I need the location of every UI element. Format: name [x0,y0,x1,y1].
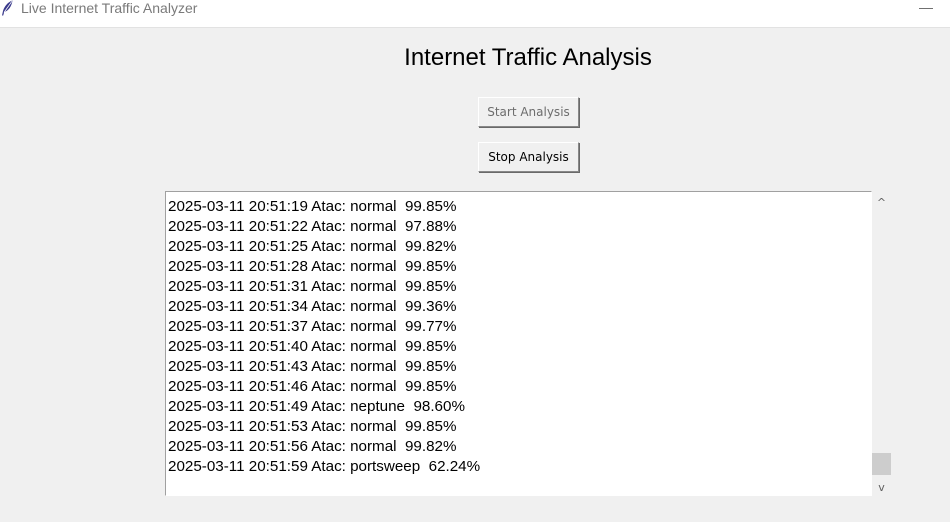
log-lines: 2025-03-11 20:51:19 Atac: normal 99.85% … [168,197,480,477]
log-line: 2025-03-11 20:51:37 Atac: normal 99.77% [168,318,457,335]
log-line: 2025-03-11 20:51:59 Atac: portsweep 62.2… [168,458,481,475]
log-line: 2025-03-11 20:51:31 Atac: normal 99.85% [168,278,457,295]
scroll-thumb[interactable] [872,453,891,475]
title-bar: Live Internet Traffic Analyzer — [0,0,950,28]
scroll-up-arrow-icon[interactable]: ^ [872,194,891,211]
log-line: 2025-03-11 20:51:19 Atac: normal 99.85% [168,198,457,215]
start-analysis-button[interactable]: Start Analysis [478,97,579,127]
log-line: 2025-03-11 20:51:43 Atac: normal 99.85% [168,358,457,375]
log-line: 2025-03-11 20:51:53 Atac: normal 99.85% [168,418,457,435]
log-line: 2025-03-11 20:51:49 Atac: neptune 98.60% [168,398,465,415]
page-title: Internet Traffic Analysis [404,44,652,71]
window-title: Live Internet Traffic Analyzer [21,0,198,16]
stop-analysis-button[interactable]: Stop Analysis [478,142,579,172]
minimize-button[interactable]: — [912,0,940,17]
log-line: 2025-03-11 20:51:28 Atac: normal 99.85% [168,258,457,275]
scroll-down-arrow-icon[interactable]: v [872,479,891,496]
log-line: 2025-03-11 20:51:25 Atac: normal 99.82% [168,238,457,255]
log-scrollbar[interactable]: ^ v [872,191,891,496]
log-line: 2025-03-11 20:51:22 Atac: normal 97.88% [168,218,457,235]
traffic-log-textbox[interactable]: 2025-03-11 20:51:19 Atac: normal 99.85% … [165,191,872,496]
log-line: 2025-03-11 20:51:56 Atac: normal 99.82% [168,438,457,455]
log-line: 2025-03-11 20:51:40 Atac: normal 99.85% [168,338,457,355]
feather-icon [2,0,13,16]
log-line: 2025-03-11 20:51:34 Atac: normal 99.36% [168,298,457,315]
log-line: 2025-03-11 20:51:46 Atac: normal 99.85% [168,378,457,395]
